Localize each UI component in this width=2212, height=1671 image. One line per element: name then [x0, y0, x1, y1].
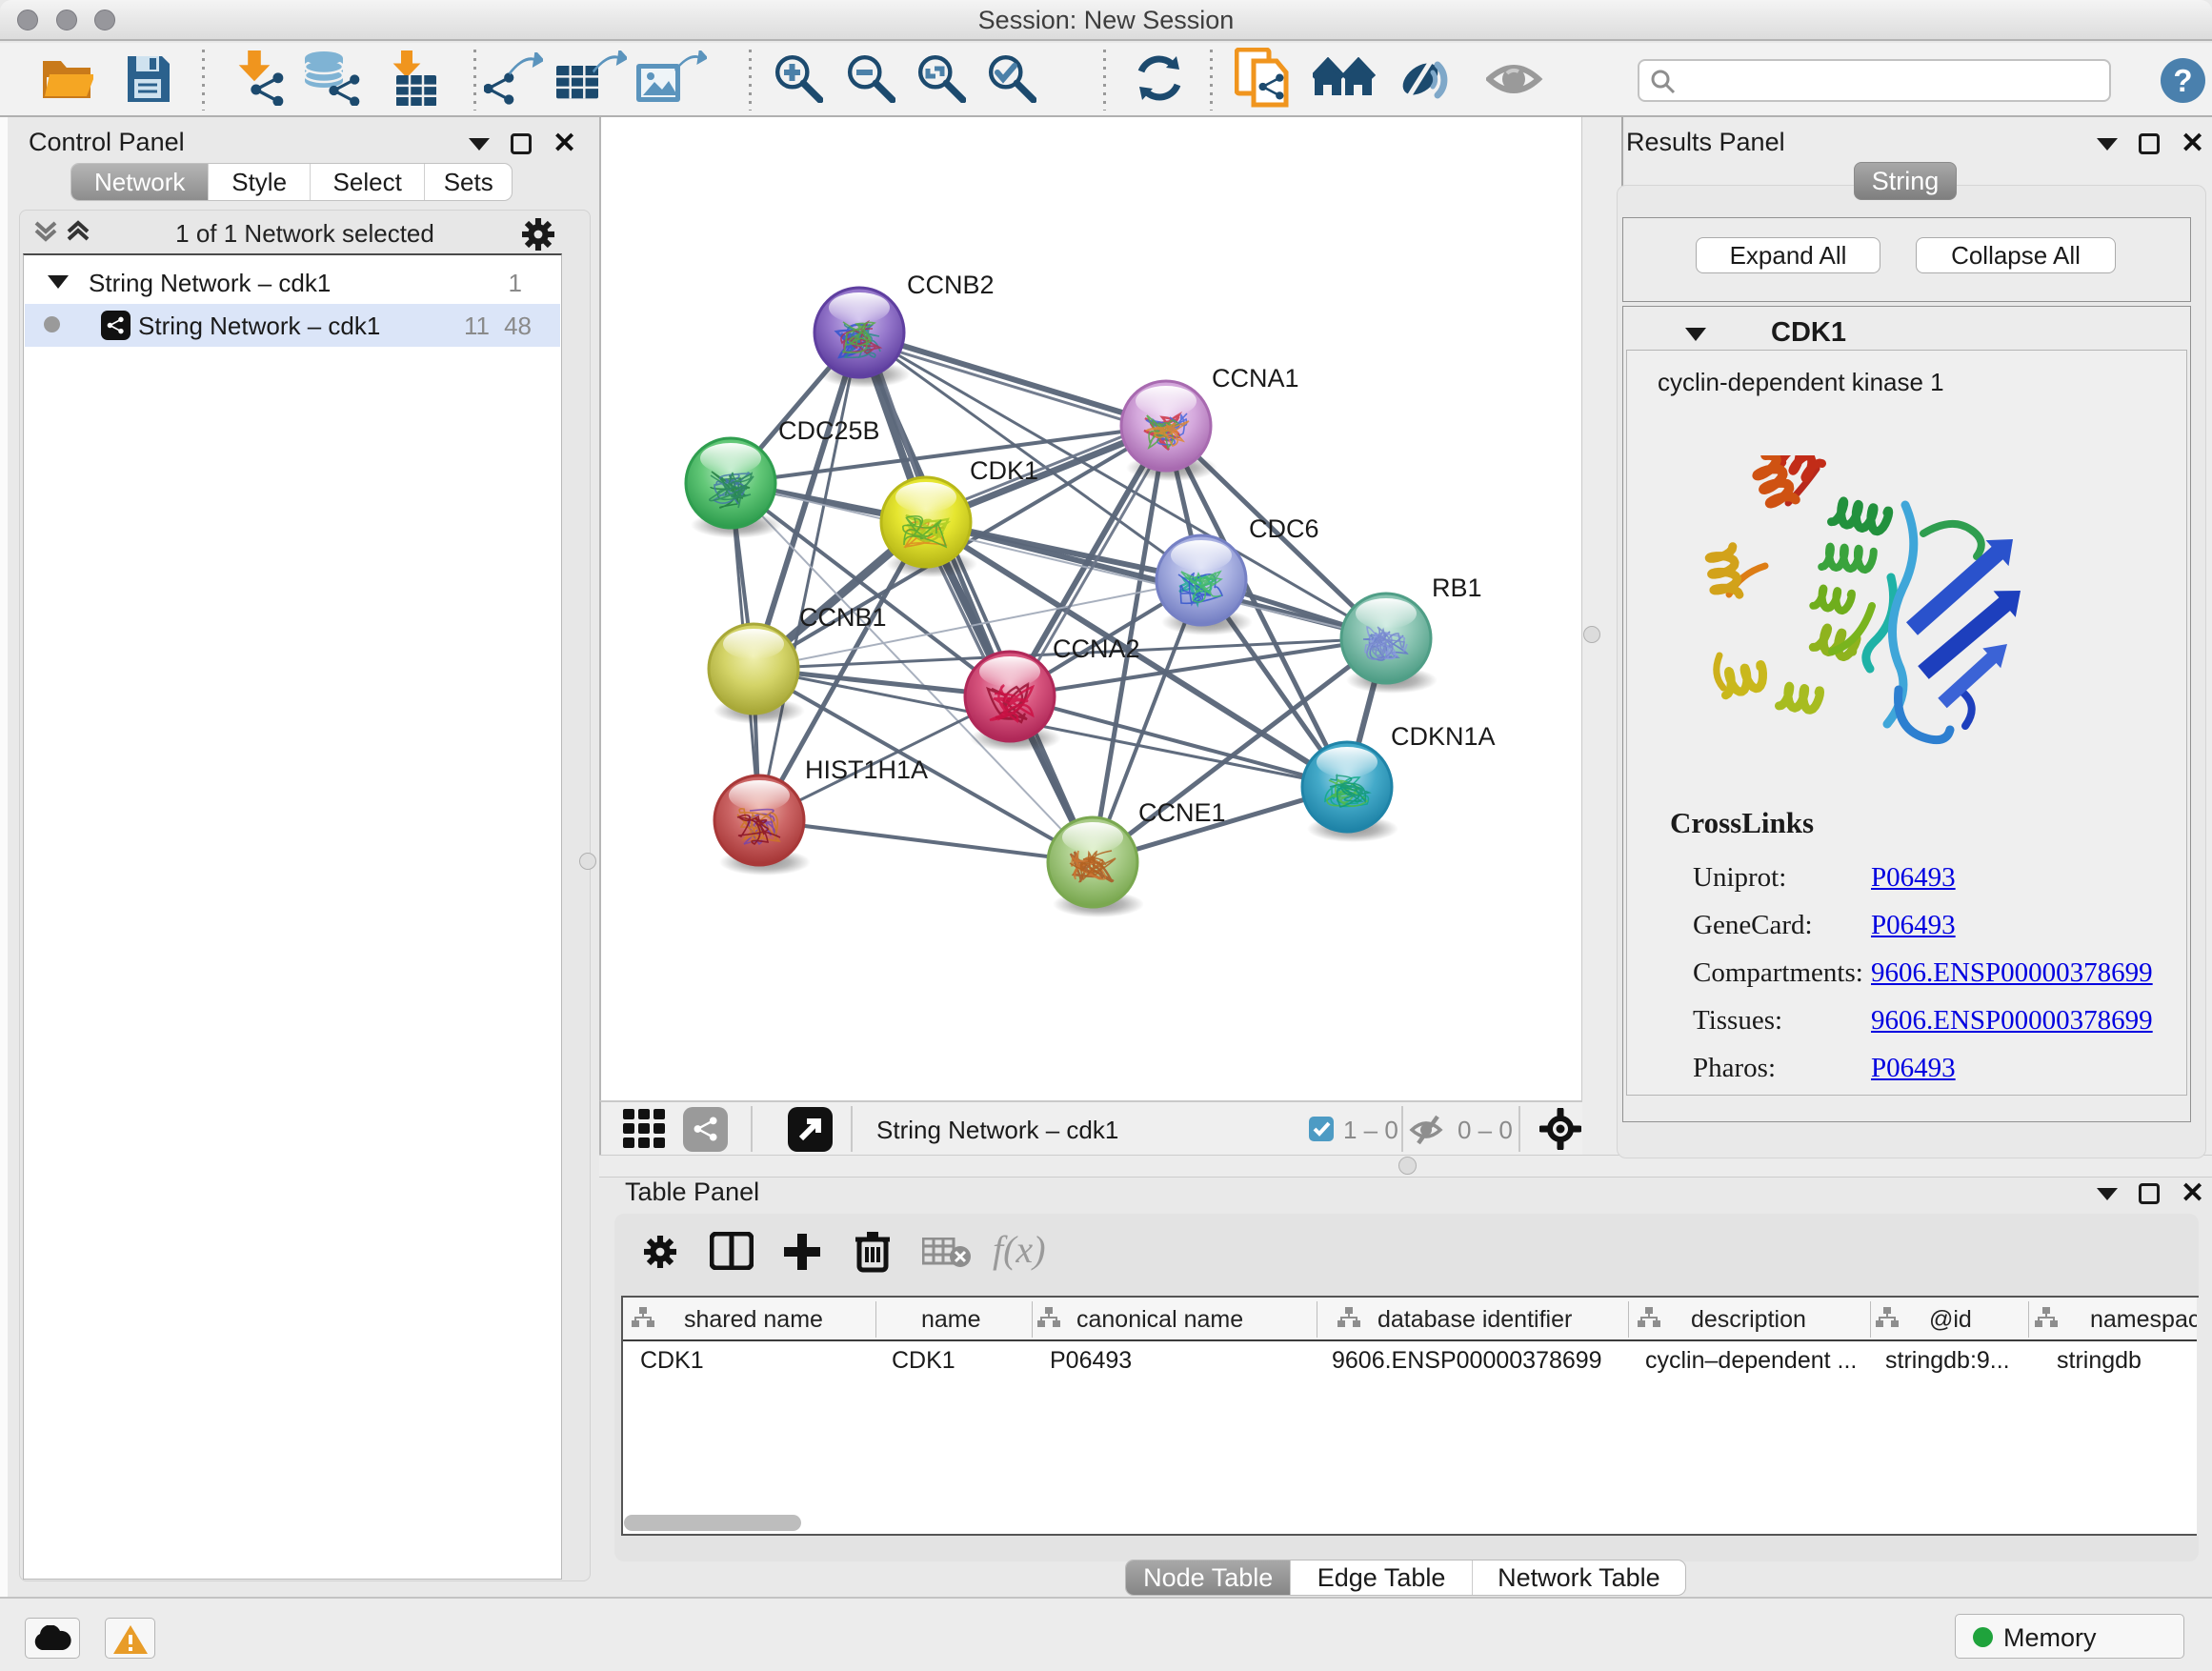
svg-text:CCNA1: CCNA1: [1212, 364, 1299, 393]
svg-text:CDK1: CDK1: [970, 456, 1038, 485]
svg-text:CDKN1A: CDKN1A: [1391, 722, 1496, 751]
svg-text:HIST1H1A: HIST1H1A: [805, 755, 928, 784]
svg-text:CCNB1: CCNB1: [799, 603, 887, 632]
svg-text:CCNA2: CCNA2: [1053, 634, 1140, 663]
svg-text:CCNE1: CCNE1: [1138, 798, 1226, 827]
svg-text:CCNB2: CCNB2: [907, 271, 995, 299]
svg-text:CDC25B: CDC25B: [778, 416, 880, 445]
svg-text:RB1: RB1: [1432, 574, 1482, 602]
svg-text:CDC6: CDC6: [1249, 514, 1319, 543]
